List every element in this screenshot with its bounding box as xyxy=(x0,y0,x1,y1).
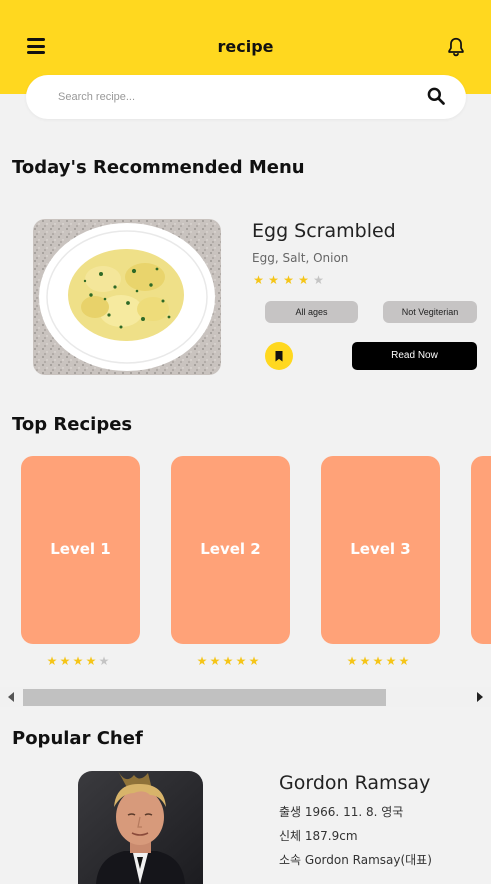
read-now-button[interactable]: Read Now xyxy=(352,342,477,370)
star-icon: ★ xyxy=(359,654,371,668)
recipe-ingredients: Egg, Salt, Onion xyxy=(252,251,349,265)
top-recipes-section-title: Top Recipes xyxy=(12,414,133,435)
star-icon: ★ xyxy=(385,654,397,668)
star-icon: ★ xyxy=(222,654,234,668)
recommended-section-title: Today's Recommended Menu xyxy=(12,157,305,178)
scroll-right-arrow-icon[interactable] xyxy=(477,692,483,702)
star-icon: ★ xyxy=(398,654,410,668)
recipe-card-level-1[interactable]: Level 1 xyxy=(21,456,140,644)
star-icon: ★ xyxy=(72,654,84,668)
star-icon: ★ xyxy=(98,654,110,668)
popular-chef-section-title: Popular Chef xyxy=(12,728,143,749)
card-label: Level 2 xyxy=(200,540,261,558)
star-icon: ★ xyxy=(235,654,247,668)
recipe-rating: ★ ★ ★ ★ ★ xyxy=(252,273,325,287)
star-icon: ★ xyxy=(253,273,264,287)
scroll-left-arrow-icon[interactable] xyxy=(8,692,14,702)
app-screen: recipe Today's Recommended Menu xyxy=(0,0,491,884)
recipe-card-level-3[interactable]: Level 3 xyxy=(321,456,440,644)
star-icon: ★ xyxy=(372,654,384,668)
recipe-name[interactable]: Egg Scrambled xyxy=(252,220,396,242)
scrollbar-thumb[interactable] xyxy=(23,689,386,706)
card-rating-level-1: ★ ★ ★ ★ ★ xyxy=(46,654,110,668)
tag-all-ages: All ages xyxy=(265,301,358,323)
bookmark-icon xyxy=(275,351,283,362)
recipe-card-level-2[interactable]: Level 2 xyxy=(171,456,290,644)
chef-name[interactable]: Gordon Ramsay xyxy=(279,772,430,794)
chef-agency: 소속 Gordon Ramsay(대표) xyxy=(279,853,432,867)
star-icon: ★ xyxy=(268,273,279,287)
star-icon: ★ xyxy=(85,654,97,668)
star-icon: ★ xyxy=(196,654,208,668)
star-icon: ★ xyxy=(59,654,71,668)
bell-icon[interactable] xyxy=(445,36,467,58)
bookmark-button[interactable] xyxy=(265,342,293,370)
search-input[interactable] xyxy=(58,87,408,107)
chef-body: 신체 187.9cm xyxy=(279,829,358,843)
card-label: Level 1 xyxy=(50,540,111,558)
chef-birth: 출생 1966. 11. 8. 영국 xyxy=(279,805,404,819)
star-icon: ★ xyxy=(346,654,358,668)
chef-photo[interactable] xyxy=(78,771,203,884)
star-icon: ★ xyxy=(248,654,260,668)
egg-scrambled-image[interactable] xyxy=(33,219,221,375)
star-icon: ★ xyxy=(298,273,309,287)
star-icon: ★ xyxy=(209,654,221,668)
recipe-card-partial[interactable] xyxy=(471,456,491,644)
star-icon: ★ xyxy=(313,273,324,287)
card-rating-level-2: ★ ★ ★ ★ ★ xyxy=(196,654,260,668)
star-icon: ★ xyxy=(283,273,294,287)
tag-not-vegetarian: Not Vegiterian xyxy=(383,301,477,323)
star-icon: ★ xyxy=(46,654,58,668)
search-bar xyxy=(26,75,466,119)
search-icon[interactable] xyxy=(426,86,446,106)
card-label: Level 3 xyxy=(350,540,411,558)
card-rating-level-3: ★ ★ ★ ★ ★ xyxy=(346,654,410,668)
app-title: recipe xyxy=(217,37,274,56)
